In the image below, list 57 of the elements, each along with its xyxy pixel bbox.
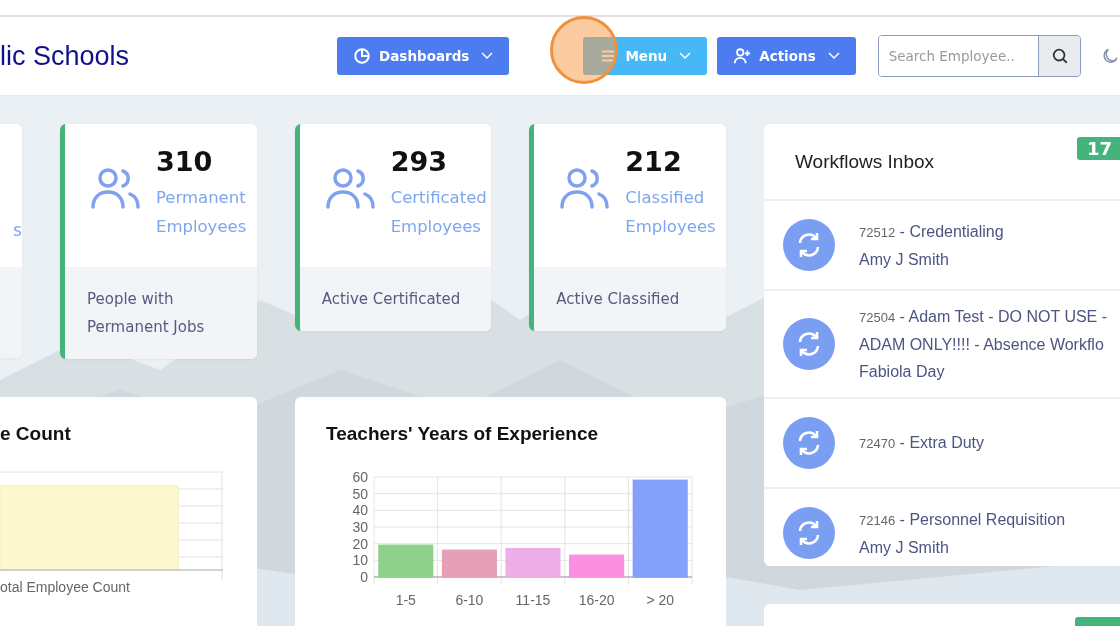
workflow-title: 72470 - Extra Duty (859, 433, 986, 453)
search-icon (1050, 47, 1069, 65)
category-label: 11-15 (515, 592, 551, 608)
axis-tick: 40 (352, 502, 368, 519)
stat-description: Active Certificated (321, 289, 462, 310)
stat-value: 310 (155, 146, 214, 177)
stat-label: s (13, 220, 22, 240)
stat-label: Certificated Employees (390, 187, 485, 238)
stat-label: Classified Employees (625, 187, 717, 238)
caret-icon (481, 52, 494, 60)
workflow-item[interactable]: 72146 - Personnel Requisition Amy J Smith (764, 489, 1120, 566)
workflow-person: Fabiola Day (859, 362, 946, 382)
stat-description: Active Classified (556, 289, 681, 310)
search-field[interactable]: Search Employee.. (877, 35, 1082, 77)
axis-tick: 0 (360, 569, 368, 585)
axis-tick: 10 (352, 552, 368, 569)
people-icon (559, 166, 612, 210)
stat-value: 212 (625, 146, 683, 177)
axis-label: otal Employee Count (0, 579, 131, 595)
add-user-icon (733, 47, 752, 65)
nav-dropdown-button[interactable]: Dashboards (337, 37, 510, 75)
workflow-title: 72512 - Credentialing (859, 221, 1005, 242)
workflow-title: 72504 - Adam Test - DO NOT USE - ADAM ONLY!!!! - Absence Workflo (859, 307, 1109, 355)
caret-icon (827, 52, 840, 60)
category-label: 16-20 (578, 592, 615, 608)
search-button[interactable] (1038, 36, 1081, 76)
panel-title: Workflows Inbox (795, 150, 935, 173)
pie-chart-icon (353, 47, 372, 65)
workflow-item[interactable]: 72504 - Adam Test - DO NOT USE - ADAM ONLY!!!! - Absence Workflo Fabiola Day (764, 291, 1120, 399)
stat-description: People with Permanent Jobs (86, 289, 206, 338)
workflow-item[interactable]: 72512 - Credentialing Amy J Smith (764, 201, 1120, 291)
people-icon (324, 166, 377, 210)
axis-tick: 60 (352, 469, 368, 485)
sync-icon (783, 417, 835, 469)
sync-icon (783, 507, 835, 559)
workflow-item[interactable]: 72470 - Extra Duty (764, 399, 1120, 489)
category-label: 1-5 (395, 592, 416, 608)
chart-title: e Count (0, 423, 72, 445)
stat-label: Permanent Employees (155, 187, 248, 238)
stat-value: 293 (390, 146, 448, 177)
category-label: > 20 (646, 592, 674, 608)
count-badge: 17 (1076, 137, 1120, 160)
workflow-title: 72146 - Personnel Requisition (859, 509, 1067, 530)
caret-icon (679, 52, 692, 60)
dark-mode-icon[interactable] (1101, 46, 1120, 66)
axis-tick: 30 (352, 519, 368, 535)
sync-icon (783, 219, 835, 271)
people-icon (89, 166, 142, 210)
school-title: lic Schools (0, 40, 131, 72)
workflow-person: Amy J Smith (859, 249, 950, 270)
category-label: 6-10 (455, 592, 484, 608)
nav-dropdown-button[interactable]: Actions (717, 37, 856, 75)
chart-title: Teachers' Years of Experience (326, 423, 600, 445)
axis-tick: 20 (352, 535, 368, 552)
axis-tick: 50 (352, 485, 368, 502)
workflow-person: Amy J Smith (859, 537, 950, 558)
sync-icon (783, 318, 835, 370)
